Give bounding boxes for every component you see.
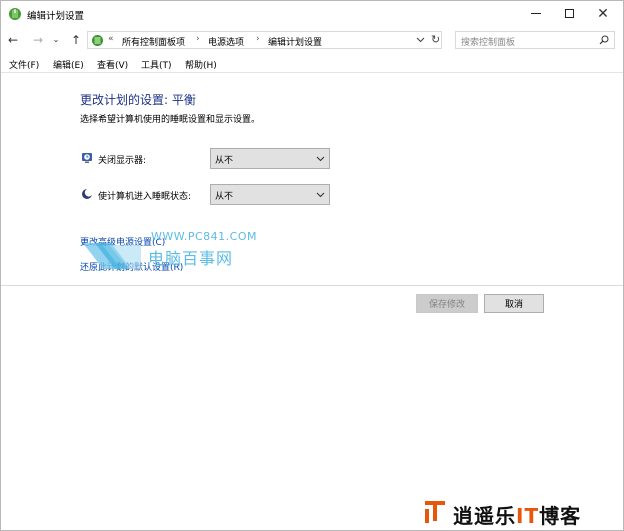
- window-title: 编辑计划设置: [27, 11, 85, 22]
- button-divider: [1, 285, 623, 286]
- maximize-button[interactable]: [553, 1, 585, 26]
- menu-file[interactable]: 文件(F): [9, 58, 39, 71]
- cancel-button[interactable]: 取消: [484, 294, 544, 313]
- forward-button[interactable]: →: [30, 31, 46, 48]
- turn-off-display-label: 关闭显示器:: [98, 156, 147, 166]
- search-box[interactable]: 搜索控制面板: [455, 31, 615, 49]
- breadcrumb-edit-plan-settings[interactable]: 编辑计划设置: [268, 35, 322, 48]
- page-title: 更改计划的设置: 平衡: [80, 93, 196, 107]
- breadcrumb-power-options[interactable]: 电源选项: [208, 35, 244, 48]
- chevron-down-icon: [316, 192, 325, 198]
- minimize-button[interactable]: [520, 1, 552, 26]
- arrow-left-icon: ←: [7, 32, 19, 47]
- sleep-value: 从不: [215, 192, 234, 202]
- title-bar: 编辑计划设置 ✕: [1, 1, 623, 26]
- power-options-app-icon: [9, 8, 21, 20]
- pc841-watermark-logo: [83, 243, 141, 269]
- up-button[interactable]: ↑: [68, 31, 84, 48]
- turn-off-display-select[interactable]: 从不: [210, 148, 330, 169]
- blog-watermark-text: 逍遥乐IT博客: [453, 500, 581, 529]
- minimize-icon: [531, 13, 541, 14]
- blog-watermark-prefix: 逍遥乐: [453, 504, 516, 528]
- chevron-down-icon: ⌄: [52, 35, 60, 44]
- menu-bar: 文件(F) 编辑(E) 查看(V) 工具(T) 帮助(H): [1, 56, 623, 73]
- recent-locations-button[interactable]: ⌄: [51, 31, 61, 48]
- control-panel-icon: [92, 35, 103, 46]
- navigation-bar: ← → ⌄ ↑ « 所有控制面板项 › 电源选项 › 编辑计划设置 ↻ 搜索控制…: [1, 28, 623, 52]
- close-icon: ✕: [597, 5, 609, 22]
- breadcrumb-all-control-panel-items[interactable]: 所有控制面板项: [122, 35, 185, 48]
- back-button[interactable]: ←: [5, 31, 21, 48]
- maximize-icon: [564, 9, 574, 18]
- menu-view[interactable]: 查看(V): [97, 58, 128, 71]
- blog-watermark-logo: [425, 501, 445, 523]
- menu-help[interactable]: 帮助(H): [185, 58, 217, 71]
- close-button[interactable]: ✕: [587, 1, 619, 26]
- sleep-label: 使计算机进入睡眠状态:: [98, 192, 192, 202]
- chevron-down-icon: [316, 156, 325, 162]
- address-dropdown-icon[interactable]: [416, 35, 425, 44]
- refresh-icon[interactable]: ↻: [431, 33, 440, 46]
- address-bar[interactable]: « 所有控制面板项 › 电源选项 › 编辑计划设置 ↻: [87, 31, 442, 49]
- menu-edit[interactable]: 编辑(E): [53, 58, 84, 71]
- save-changes-button[interactable]: 保存修改: [416, 294, 478, 313]
- pc841-watermark-name: 电脑百事网: [148, 249, 234, 268]
- sleep-select[interactable]: 从不: [210, 184, 330, 205]
- arrow-up-icon: ↑: [70, 32, 82, 47]
- menu-tools[interactable]: 工具(T): [141, 58, 172, 71]
- breadcrumb-separator-icon[interactable]: ›: [256, 34, 260, 44]
- blog-watermark-suffix: 博客: [539, 504, 582, 528]
- sleep-moon-icon: [82, 188, 93, 199]
- pc841-watermark-url: WWW.PC841.COM: [151, 230, 257, 243]
- display-timer-icon: [82, 153, 92, 163]
- arrow-right-icon: →: [32, 32, 44, 47]
- turn-off-display-value: 从不: [215, 156, 234, 166]
- breadcrumb-separator-icon[interactable]: ›: [196, 34, 200, 44]
- search-icon[interactable]: [599, 35, 609, 45]
- blog-watermark-accent: IT: [516, 504, 540, 528]
- address-overflow-icon[interactable]: «: [108, 34, 114, 44]
- edit-plan-settings-window: 编辑计划设置 ✕ ← → ⌄ ↑ « 所有控制面板项 › 电源选项 › 编辑计划…: [0, 0, 624, 531]
- search-input[interactable]: 搜索控制面板: [461, 35, 515, 48]
- page-subtitle: 选择希望计算机使用的睡眠设置和显示设置。: [80, 115, 261, 125]
